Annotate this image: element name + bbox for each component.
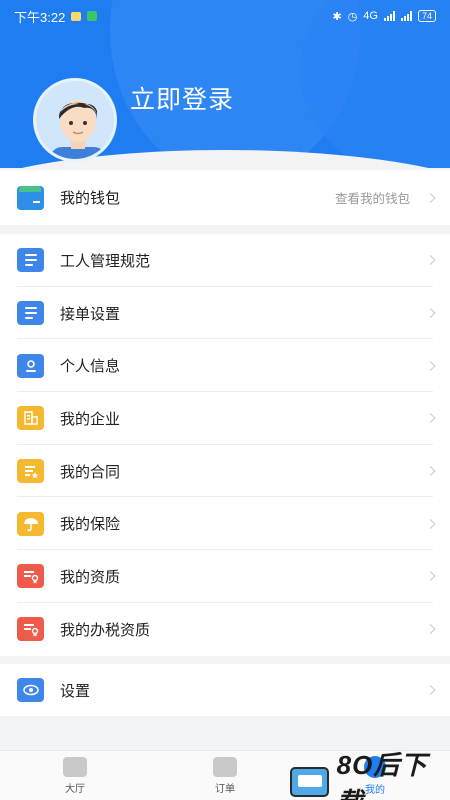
watermark-logo: 8O后下载 xyxy=(290,750,450,800)
signal-icon xyxy=(383,11,395,21)
wallet-label: 我的钱包 xyxy=(60,190,121,207)
tab-label: 大厅 xyxy=(65,783,85,795)
menu-item-my-contract[interactable]: 我的合同 xyxy=(0,445,450,498)
menu-item-label: 接单设置 xyxy=(60,305,121,323)
chevron-right-icon xyxy=(425,192,436,203)
tab-orders[interactable]: 订单 xyxy=(150,751,300,800)
chevron-right-icon xyxy=(425,308,436,318)
chevron-right-icon xyxy=(425,255,436,266)
clipboard-icon xyxy=(213,756,237,777)
signal-icon xyxy=(400,11,412,21)
eye-icon xyxy=(17,678,44,702)
document-icon xyxy=(17,301,44,326)
chevron-right-icon xyxy=(425,413,436,424)
menu-item-label: 个人信息 xyxy=(60,358,121,376)
menu-item-label: 我的资质 xyxy=(60,568,121,586)
menu-item-worker-rules[interactable]: 工人管理规范 xyxy=(0,234,450,287)
certificate-icon xyxy=(17,564,44,589)
menu-item-label: 我的合同 xyxy=(60,463,121,481)
contract-icon xyxy=(17,459,44,484)
chevron-right-icon xyxy=(425,685,436,695)
home-icon xyxy=(63,756,87,777)
document-icon xyxy=(17,248,44,273)
alarm-icon: ◷ xyxy=(347,10,358,23)
battery-icon: 74 xyxy=(417,10,436,22)
menu-item-label: 我的保险 xyxy=(60,516,121,534)
view-wallet-link[interactable]: 查看我的钱包 xyxy=(335,188,410,207)
settings-label: 设置 xyxy=(60,682,91,700)
menu-item-tax-qualification[interactable]: 我的办税资质 xyxy=(0,603,450,656)
status-time: 下午3:22 xyxy=(14,9,66,25)
login-button[interactable]: 立即登录 xyxy=(130,80,234,116)
menu-item-my-company[interactable]: 我的企业 xyxy=(0,392,450,445)
chevron-right-icon xyxy=(425,360,436,371)
chevron-right-icon xyxy=(425,518,436,529)
chevron-right-icon xyxy=(425,571,436,582)
certificate-icon xyxy=(17,617,44,642)
menu-item-label: 工人管理规范 xyxy=(60,252,151,270)
wallet-card: 我的钱包 查看我的钱包 xyxy=(0,170,450,225)
menu-card: 工人管理规范 接单设置 个人信息 我的企业 我的合同 我的保险 我的资质 我的办… xyxy=(0,234,450,656)
menu-item-personal-info[interactable]: 个人信息 xyxy=(0,339,450,393)
status-bar: 下午3:22 ✱ ◷ 4G 74 xyxy=(0,0,450,32)
network-type: 4G xyxy=(363,10,378,22)
menu-item-order-settings[interactable]: 接单设置 xyxy=(0,287,450,340)
message-notification-icon xyxy=(71,11,82,21)
menu-item-settings[interactable]: 设置 xyxy=(0,664,450,716)
menu-item-label: 我的办税资质 xyxy=(60,621,151,639)
user-card-icon xyxy=(17,353,44,378)
menu-item-my-insurance[interactable]: 我的保险 xyxy=(0,497,450,551)
chevron-right-icon xyxy=(425,466,436,477)
tab-hall[interactable]: 大厅 xyxy=(0,751,150,800)
building-icon xyxy=(17,406,44,431)
bluetooth-icon: ✱ xyxy=(332,10,342,23)
wallet-icon xyxy=(17,185,44,210)
settings-card: 设置 xyxy=(0,664,450,716)
wallet-row[interactable]: 我的钱包 查看我的钱包 xyxy=(0,170,450,225)
watermark-text: 8O后下载 xyxy=(336,750,428,800)
tab-label: 订单 xyxy=(215,783,235,795)
avatar[interactable] xyxy=(33,78,117,162)
menu-item-my-qualification[interactable]: 我的资质 xyxy=(0,550,450,603)
watermark-icon xyxy=(290,767,329,797)
umbrella-icon xyxy=(17,511,44,536)
chevron-right-icon xyxy=(425,624,436,635)
menu-item-label: 我的企业 xyxy=(60,410,121,428)
app-notification-icon xyxy=(87,11,98,21)
